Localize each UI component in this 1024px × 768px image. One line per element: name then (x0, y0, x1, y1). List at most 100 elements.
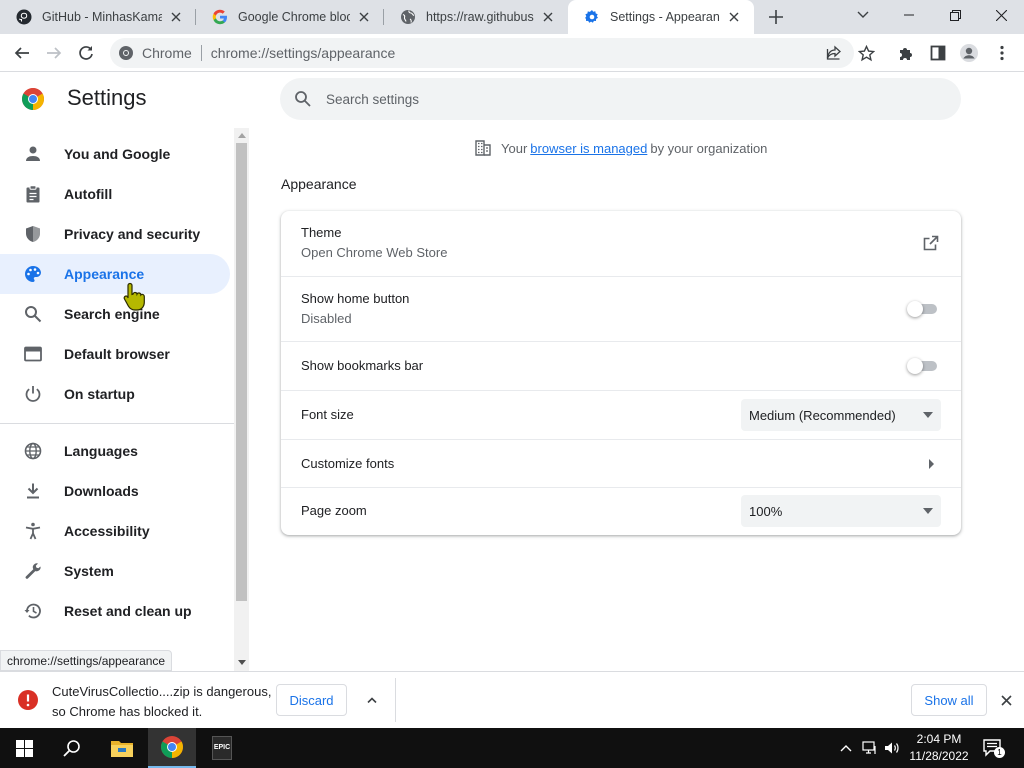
taskbar-search-icon[interactable] (48, 728, 96, 768)
address-bar[interactable]: Chrome chrome://settings/appearance (110, 38, 854, 68)
search-icon (295, 91, 311, 107)
tab-raw-github[interactable]: https://raw.githubusercontent.com (384, 0, 568, 34)
scroll-down-arrow-icon[interactable] (234, 655, 249, 669)
menu-kebab-icon[interactable] (992, 43, 1012, 63)
close-window-icon[interactable] (978, 0, 1024, 30)
sidebar-item-label: Downloads (64, 483, 139, 499)
close-tab-icon[interactable] (540, 9, 556, 25)
history-icon (23, 601, 43, 621)
omnibox-divider (200, 45, 202, 61)
customize-fonts-row[interactable]: Customize fonts (281, 439, 961, 487)
network-icon[interactable] (862, 740, 878, 756)
clipboard-icon (23, 184, 43, 204)
section-title: Appearance (281, 176, 357, 192)
sidebar-item-downloads[interactable]: Downloads (0, 471, 230, 511)
browser-icon (23, 344, 43, 364)
bookmark-star-icon[interactable] (856, 43, 876, 63)
system-clock[interactable]: 2:04 PM 11/28/2022 (904, 731, 974, 765)
sidebar-item-system[interactable]: System (0, 551, 230, 591)
reload-icon[interactable] (76, 43, 96, 63)
sidebar-item-accessibility[interactable]: Accessibility (0, 511, 230, 551)
accessibility-icon (23, 521, 43, 541)
windows-taskbar: EPIC 2:04 PM 11/28/2022 1 (0, 728, 1024, 768)
show-all-button[interactable]: Show all (911, 684, 987, 716)
side-panel-icon[interactable] (928, 43, 948, 63)
bookmarks-bar-toggle[interactable] (907, 358, 939, 374)
tab-title: Settings - Appearance (610, 10, 720, 24)
globe-icon (23, 441, 43, 461)
sidebar-item-label: Accessibility (64, 523, 150, 539)
open-in-new-icon[interactable] (923, 235, 939, 251)
globe-icon (401, 10, 415, 24)
sidebar-item-label: On startup (64, 386, 135, 402)
tab-settings-appearance[interactable]: Settings - Appearance (568, 0, 754, 34)
sidebar-item-search-engine[interactable]: Search engine (0, 294, 230, 334)
show-hidden-icons-icon[interactable] (838, 740, 854, 756)
sidebar-item-default-browser[interactable]: Default browser (0, 334, 230, 374)
managed-browser-notice: Your browser is managed by your organiza… (474, 138, 767, 158)
share-icon[interactable] (824, 43, 844, 63)
tab-google[interactable]: Google Chrome blocks download (196, 0, 384, 34)
forward-icon[interactable] (44, 43, 64, 63)
page-zoom-value: 100% (749, 503, 783, 519)
tab-title: GitHub - MinhasKamal/CuteVirusCollection (42, 10, 162, 24)
bookmarks-bar-label: Show bookmarks bar (301, 358, 424, 373)
person-icon (23, 144, 43, 164)
page-zoom-select[interactable]: 100% (741, 495, 941, 527)
sidebar-scrollbar-thumb[interactable] (236, 143, 247, 601)
sidebar-item-label: Languages (64, 443, 138, 459)
chevron-right-icon (929, 459, 934, 469)
extensions-icon[interactable] (896, 43, 916, 63)
epic-games-icon[interactable]: EPIC (198, 728, 246, 768)
close-tab-icon[interactable] (168, 9, 184, 25)
action-center-icon[interactable]: 1 (982, 738, 1005, 758)
sidebar-item-autofill[interactable]: Autofill (0, 174, 230, 214)
url-text[interactable]: chrome://settings/appearance (211, 45, 395, 61)
close-tab-icon[interactable] (726, 9, 742, 25)
sidebar-item-privacy-and-security[interactable]: Privacy and security (0, 214, 230, 254)
sidebar-item-on-startup[interactable]: On startup (0, 374, 230, 414)
clock-date: 11/28/2022 (909, 749, 969, 763)
managed-suffix: by your organization (650, 140, 768, 156)
palette-icon (23, 264, 43, 284)
dropdown-arrow-icon (923, 412, 933, 418)
restore-icon[interactable] (932, 0, 978, 30)
tab-title: https://raw.githubusercontent.com (426, 10, 534, 24)
font-size-select[interactable]: Medium (Recommended) (741, 399, 941, 431)
sidebar-item-languages[interactable]: Languages (0, 431, 230, 471)
discard-button[interactable]: Discard (276, 684, 347, 716)
sidebar-item-label: Appearance (64, 266, 145, 282)
bookmarks-bar-row[interactable]: Show bookmarks bar (281, 341, 961, 390)
tab-title: Google Chrome blocks download (238, 10, 350, 24)
home-button-row[interactable]: Show home button Disabled (281, 276, 961, 341)
close-tab-icon[interactable] (356, 9, 372, 25)
chevron-up-icon[interactable] (362, 690, 382, 710)
volume-icon[interactable] (884, 740, 900, 756)
windows-start-icon[interactable] (0, 728, 48, 768)
sidebar-divider (0, 423, 234, 424)
shield-icon (23, 224, 43, 244)
settings-search-box[interactable] (280, 78, 961, 120)
sidebar-item-appearance[interactable]: Appearance (0, 254, 230, 294)
sidebar-item-reset-and-clean-up[interactable]: Reset and clean up (0, 591, 230, 631)
sidebar-item-label: You and Google (64, 146, 171, 162)
browser-is-managed-link[interactable]: browser is managed (530, 141, 647, 156)
home-button-toggle[interactable] (907, 301, 939, 317)
new-tab-icon[interactable] (766, 7, 786, 27)
minimize-icon[interactable] (886, 0, 932, 30)
taskbar-chrome-icon[interactable] (148, 728, 196, 768)
tab-github[interactable]: GitHub - MinhasKamal/CuteVirusCollection (0, 0, 196, 34)
sidebar-item-you-and-google[interactable]: You and Google (0, 134, 230, 174)
search-input[interactable] (326, 91, 886, 107)
back-icon[interactable] (12, 43, 32, 63)
profile-avatar-icon[interactable] (959, 43, 979, 63)
site-chip: Chrome (142, 45, 192, 61)
font-size-value: Medium (Recommended) (749, 407, 896, 423)
theme-row[interactable]: Theme Open Chrome Web Store (281, 211, 961, 276)
file-explorer-icon[interactable] (98, 728, 146, 768)
chrome-site-icon (119, 46, 133, 60)
close-shelf-icon[interactable] (996, 690, 1016, 710)
tab-search-icon[interactable] (840, 0, 886, 30)
page-zoom-row: Page zoom 100% (281, 487, 961, 535)
scroll-up-arrow-icon[interactable] (234, 128, 249, 142)
